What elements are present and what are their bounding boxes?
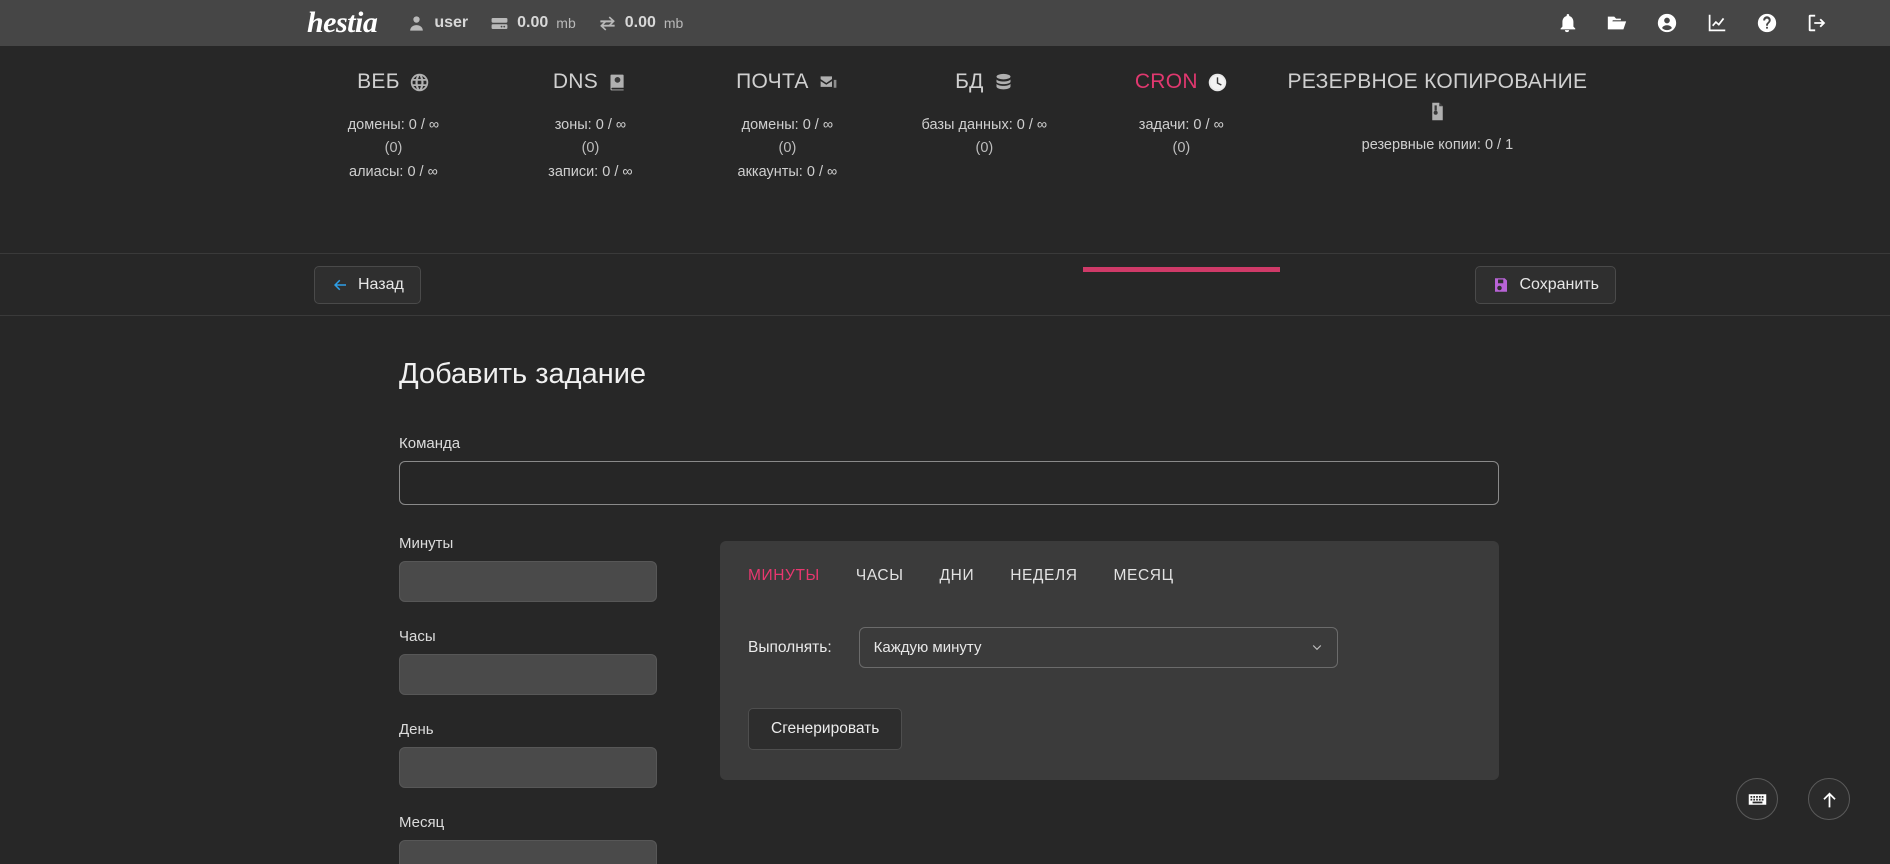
tab-month[interactable]: МЕСЯЦ bbox=[1114, 567, 1174, 585]
hours-input[interactable] bbox=[399, 654, 657, 695]
stats-title-dns: DNS bbox=[552, 70, 599, 93]
stats-cell-dns[interactable]: DNS зоны: 0 / ∞ (0) записи: 0 / ∞ bbox=[492, 70, 689, 253]
stats-line: (0) bbox=[778, 140, 797, 157]
header-disk-usage: 0.00 mb bbox=[490, 14, 576, 33]
cron-generator-card: МИНУТЫ ЧАСЫ ДНИ НЕДЕЛЯ МЕСЯЦ Выполнять: … bbox=[720, 541, 1499, 780]
run-interval-select[interactable]: Каждую минуту bbox=[858, 627, 1338, 668]
help-icon[interactable] bbox=[1756, 12, 1778, 34]
schedule-form-row: Минуты Часы День Месяц МИНУТЫ ЧАСЫ ДНИ Н… bbox=[399, 535, 1890, 864]
stats-title-web: ВЕБ bbox=[357, 70, 400, 93]
disk-usage-unit: mb bbox=[556, 15, 576, 31]
user-circle-icon[interactable] bbox=[1656, 12, 1678, 34]
arrow-left-icon bbox=[334, 279, 346, 290]
stats-line: (0) bbox=[975, 140, 994, 157]
stats-cell-cron[interactable]: CRON задачи: 0 / ∞ (0) bbox=[1082, 70, 1280, 272]
command-field-group: Команда bbox=[399, 435, 1890, 505]
back-button[interactable]: Назад bbox=[314, 265, 421, 304]
hours-label: Часы bbox=[399, 628, 436, 645]
logout-icon[interactable] bbox=[1806, 12, 1828, 34]
generator-run-row: Выполнять: Каждую минуту bbox=[748, 627, 1471, 668]
back-button-label: Назад bbox=[358, 275, 404, 293]
stats-line: домены: 0 / ∞ bbox=[741, 117, 834, 133]
tab-week[interactable]: НЕДЕЛЯ bbox=[1010, 567, 1077, 585]
hestia-logo[interactable]: hestia bbox=[307, 8, 378, 38]
username-label: user bbox=[434, 14, 469, 31]
dns-book-icon bbox=[610, 74, 624, 90]
save-floppy-icon bbox=[1495, 277, 1508, 292]
stats-cell-mail[interactable]: ПОЧТА домены: 0 / ∞ (0) аккаунты: 0 / ∞ bbox=[689, 70, 886, 253]
stats-line: (0) bbox=[581, 140, 600, 157]
top-header-bar: hestia user 0.00 mb 0.00 mb bbox=[0, 0, 1890, 46]
stats-title-mail: ПОЧТА bbox=[736, 70, 809, 93]
stats-cell-backup[interactable]: РЕЗЕРВНОЕ КОПИРОВАНИЕ резервные копии: 0… bbox=[1280, 70, 1595, 253]
header-icon-bar bbox=[1556, 12, 1868, 34]
clock-icon bbox=[1208, 73, 1227, 91]
generator-tabs: МИНУТЫ ЧАСЫ ДНИ НЕДЕЛЯ МЕСЯЦ bbox=[748, 567, 1471, 585]
bandwidth-unit: mb bbox=[663, 15, 684, 31]
header-bandwidth: 0.00 mb bbox=[598, 14, 684, 33]
disk-icon bbox=[491, 17, 508, 29]
action-toolbar: Назад Сохранить bbox=[0, 254, 1890, 316]
main-content: Добавить задание Команда Минуты Часы Ден… bbox=[0, 316, 1890, 864]
header-username: user bbox=[407, 14, 468, 33]
stats-cell-db[interactable]: БД базы данных: 0 / ∞ (0) bbox=[886, 70, 1083, 253]
stats-line: (0) bbox=[1172, 140, 1191, 157]
run-interval-select-wrapper: Каждую минуту bbox=[858, 627, 1338, 668]
user-icon bbox=[410, 15, 424, 31]
stats-cell-web[interactable]: ВЕБ домены: 0 / ∞ (0) алиасы: 0 / ∞ bbox=[295, 70, 492, 253]
stats-title-cron: CRON bbox=[1134, 70, 1198, 93]
stats-line: алиасы: 0 / ∞ bbox=[349, 163, 438, 180]
arrow-up-icon bbox=[1822, 792, 1836, 807]
schedule-fields-column: Минуты Часы День Месяц bbox=[399, 535, 657, 864]
backup-file-icon bbox=[1432, 102, 1443, 121]
month-input[interactable] bbox=[399, 840, 657, 864]
keyboard-shortcuts-button[interactable] bbox=[1736, 778, 1778, 820]
floating-action-buttons bbox=[1736, 778, 1850, 820]
tab-minutes[interactable]: МИНУТЫ bbox=[748, 567, 820, 585]
folder-icon[interactable] bbox=[1606, 12, 1628, 34]
tab-days[interactable]: ДНИ bbox=[940, 567, 975, 585]
disk-usage-value: 0.00 bbox=[517, 14, 549, 31]
day-label: День bbox=[399, 721, 434, 738]
stats-title-backup: РЕЗЕРВНОЕ КОПИРОВАНИЕ bbox=[1287, 70, 1588, 93]
bell-icon[interactable] bbox=[1556, 12, 1578, 34]
generate-button[interactable]: Сгенерировать bbox=[748, 708, 903, 750]
month-label: Месяц bbox=[399, 814, 445, 831]
statistics-icon[interactable] bbox=[1706, 12, 1728, 34]
command-label: Команда bbox=[399, 435, 461, 452]
run-label: Выполнять: bbox=[748, 638, 832, 656]
service-stats-grid: ВЕБ домены: 0 / ∞ (0) алиасы: 0 / ∞ DNS bbox=[295, 70, 1595, 272]
globe-icon bbox=[410, 73, 429, 91]
command-input[interactable] bbox=[399, 461, 1499, 505]
database-icon bbox=[996, 73, 1011, 89]
bandwidth-value: 0.00 bbox=[624, 14, 656, 31]
save-button-label: Сохранить bbox=[1519, 275, 1599, 293]
stats-line: (0) bbox=[384, 140, 403, 157]
stats-line: домены: 0 / ∞ bbox=[347, 117, 440, 133]
minutes-label: Минуты bbox=[399, 535, 454, 552]
stats-line: резервные копии: 0 / 1 bbox=[1361, 137, 1514, 153]
run-interval-selected-value: Каждую минуту bbox=[873, 639, 982, 656]
stats-line: аккаунты: 0 / ∞ bbox=[737, 163, 838, 180]
day-input[interactable] bbox=[399, 747, 657, 788]
keyboard-icon bbox=[1748, 793, 1766, 805]
tab-hours[interactable]: ЧАСЫ bbox=[856, 567, 904, 585]
stats-line: задачи: 0 / ∞ bbox=[1138, 117, 1224, 133]
header-stats: user 0.00 mb 0.00 mb bbox=[407, 14, 683, 33]
save-button[interactable]: Сохранить bbox=[1475, 265, 1616, 304]
stats-line: записи: 0 / ∞ bbox=[548, 163, 633, 180]
stats-line: базы данных: 0 / ∞ bbox=[921, 117, 1048, 133]
stats-line: зоны: 0 / ∞ bbox=[554, 117, 627, 133]
active-tab-underline bbox=[1082, 267, 1280, 272]
transfer-icon bbox=[599, 15, 615, 31]
minutes-input[interactable] bbox=[399, 561, 657, 602]
stats-title-db: БД bbox=[955, 70, 984, 93]
mail-icon bbox=[820, 75, 837, 88]
service-stats-nav: ВЕБ домены: 0 / ∞ (0) алиасы: 0 / ∞ DNS bbox=[0, 46, 1890, 272]
page-title: Добавить задание bbox=[399, 358, 647, 390]
scroll-to-top-button[interactable] bbox=[1808, 778, 1850, 820]
